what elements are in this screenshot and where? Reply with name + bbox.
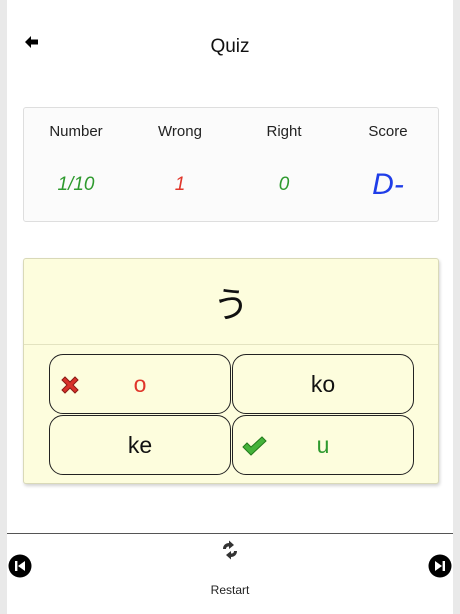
stat-score-value: D- [372, 168, 404, 201]
stat-wrong: Wrong 1 [128, 108, 232, 223]
question-character: う [24, 259, 438, 345]
answer-label-1: o [133, 370, 147, 397]
stat-number-label: Number [49, 123, 103, 140]
skip-forward-icon[interactable] [428, 554, 452, 578]
stat-right: Right 0 [232, 108, 336, 223]
cross-icon [58, 373, 82, 397]
stats-panel: Number 1/10 Wrong 1 Right 0 Score D- [23, 107, 439, 222]
answer-label-3: ke [127, 431, 153, 458]
stat-score: Score D- [336, 108, 440, 223]
stat-right-label: Right [266, 123, 302, 140]
stat-number: Number 1/10 [24, 108, 128, 223]
bottom-toolbar: Restart [7, 533, 453, 614]
restart-label[interactable]: Restart [7, 583, 453, 597]
stat-wrong-label: Wrong [158, 123, 202, 140]
page-title: Quiz [210, 36, 250, 57]
stat-right-value: 0 [278, 174, 290, 195]
restart-icon[interactable] [219, 539, 241, 561]
stat-wrong-value: 1 [174, 174, 186, 195]
answer-label-4: u [316, 431, 330, 458]
skip-back-icon[interactable] [8, 554, 32, 578]
answer-button-3[interactable]: ke [49, 415, 231, 475]
answer-label-2: ko [310, 370, 336, 397]
answer-button-2[interactable]: ko [232, 354, 414, 414]
quiz-card: う o ko ke u [23, 258, 439, 484]
stat-number-value: 1/10 [57, 174, 95, 195]
check-icon [241, 434, 267, 458]
answer-button-1[interactable]: o [49, 354, 231, 414]
quiz-screen: Quiz Number 1/10 Wrong 1 Right 0 Score D… [7, 0, 453, 614]
stat-score-label: Score [368, 123, 408, 140]
answer-button-4[interactable]: u [232, 415, 414, 475]
